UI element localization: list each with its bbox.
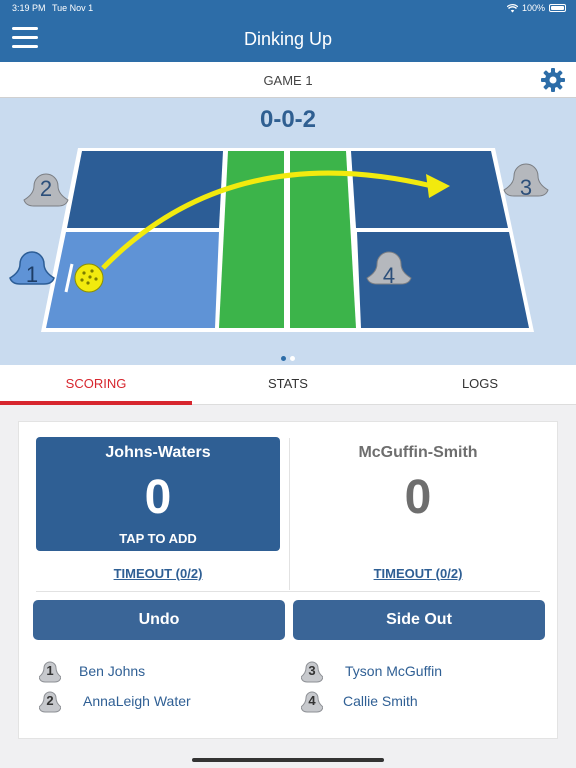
player-row-2: 2 AnnaLeigh Water bbox=[39, 688, 191, 714]
kitchen-right bbox=[290, 151, 356, 328]
tab-logs[interactable]: LOGS bbox=[384, 365, 576, 404]
player-marker-2: 2 bbox=[23, 173, 69, 207]
player-name: AnnaLeigh Water bbox=[83, 693, 191, 709]
team-score: 0 bbox=[404, 471, 432, 524]
status-date: Tue Nov 1 bbox=[52, 3, 94, 13]
player-row-1: 1 Ben Johns bbox=[39, 658, 145, 684]
player-badge-icon: 3 bbox=[301, 658, 323, 684]
player-badge-icon: 1 bbox=[39, 658, 61, 684]
nav-bar: Dinking Up bbox=[0, 16, 576, 62]
score-call: 0-0-2 bbox=[259, 106, 317, 133]
player-badge-icon: 2 bbox=[39, 688, 61, 714]
player-marker-label: 3 bbox=[520, 175, 532, 200]
player-marker-label: 4 bbox=[383, 263, 395, 288]
court-diagram: 2 1 3 4 bbox=[9, 148, 549, 332]
divider bbox=[36, 591, 540, 592]
team-right-score-button[interactable]: McGuffin-Smith 0 bbox=[296, 437, 540, 551]
player-name: Tyson McGuffin bbox=[345, 663, 443, 679]
tap-to-add-hint: TAP TO ADD bbox=[119, 531, 197, 546]
game-label: GAME 1 bbox=[263, 73, 313, 88]
player-name: Callie Smith bbox=[343, 693, 418, 709]
divider bbox=[289, 438, 290, 590]
battery-icon bbox=[549, 4, 566, 12]
player-badge-icon: 4 bbox=[301, 688, 323, 714]
side-out-button[interactable]: Side Out bbox=[293, 600, 545, 640]
status-bar: 3:19 PM Tue Nov 1 100% bbox=[0, 0, 576, 16]
scoring-card: Johns-Waters 0 TAP TO ADD McGuffin-Smith… bbox=[18, 421, 558, 739]
team-name: Johns-Waters bbox=[105, 444, 211, 461]
tab-stats[interactable]: STATS bbox=[192, 365, 384, 404]
court-box-front-left bbox=[46, 232, 219, 328]
game-bar: GAME 1 bbox=[0, 62, 576, 98]
status-time: 3:19 PM bbox=[12, 3, 46, 13]
pickleball-icon bbox=[74, 263, 104, 293]
timeout-right-link[interactable]: TIMEOUT (0/2) bbox=[296, 566, 540, 581]
home-indicator[interactable] bbox=[192, 758, 384, 762]
court-box-back-left bbox=[67, 151, 223, 228]
team-score: 0 bbox=[144, 471, 172, 524]
app-title: Dinking Up bbox=[243, 29, 333, 49]
player-marker-label: 1 bbox=[26, 262, 38, 287]
page-indicator[interactable] bbox=[0, 348, 576, 366]
player-marker-3: 3 bbox=[503, 163, 549, 200]
tab-bar: SCORING STATS LOGS bbox=[0, 365, 576, 405]
tab-scoring[interactable]: SCORING bbox=[0, 365, 192, 405]
player-row-4: 4 Callie Smith bbox=[301, 688, 418, 714]
timeout-left-link[interactable]: TIMEOUT (0/2) bbox=[36, 566, 280, 581]
court-area: 2 1 3 4 0-0-2 bbox=[0, 98, 576, 365]
player-marker-label: 2 bbox=[40, 176, 52, 201]
gear-icon[interactable] bbox=[540, 67, 566, 93]
undo-button[interactable]: Undo bbox=[33, 600, 285, 640]
battery-percent: 100% bbox=[521, 3, 545, 13]
player-marker-1: 1 bbox=[9, 251, 55, 287]
team-name: McGuffin-Smith bbox=[358, 444, 478, 461]
wifi-icon bbox=[506, 3, 518, 12]
player-row-3: 3 Tyson McGuffin bbox=[301, 658, 442, 684]
team-left-score-button[interactable]: Johns-Waters 0 TAP TO ADD bbox=[36, 437, 280, 551]
player-name: Ben Johns bbox=[79, 663, 146, 679]
